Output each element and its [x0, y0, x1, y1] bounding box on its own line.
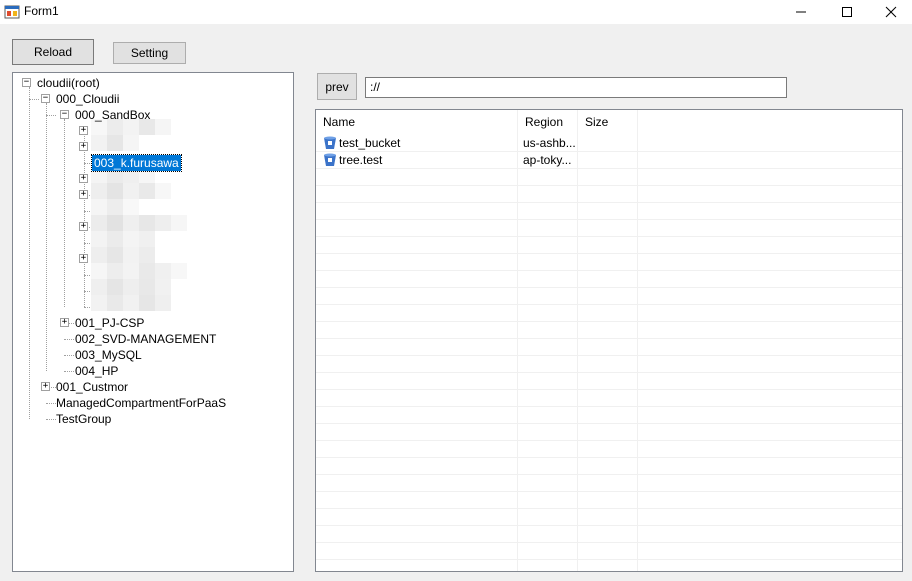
expand-icon[interactable]: + [79, 254, 88, 263]
minimize-icon [796, 11, 806, 13]
tree-node-000-sandbox[interactable]: 000_SandBox [75, 107, 150, 123]
reload-button[interactable]: Reload [12, 39, 94, 65]
column-header-region[interactable]: Region [518, 110, 578, 135]
expand-icon[interactable]: + [79, 126, 88, 135]
list-row-empty [316, 339, 902, 356]
prev-button[interactable]: prev [317, 73, 357, 100]
window-title: Form1 [24, 4, 59, 18]
tree-line [64, 119, 65, 307]
list-row-empty [316, 305, 902, 322]
list-row-empty [316, 356, 902, 373]
tree-line [84, 127, 85, 307]
column-header-name[interactable]: Name [316, 110, 518, 135]
maximize-icon [842, 7, 852, 17]
list-row-empty [316, 441, 902, 458]
list-row-empty [316, 543, 902, 560]
list-row-empty [316, 288, 902, 305]
tree-node-003-mysql[interactable]: 003_MySQL [75, 347, 142, 363]
cell-size [583, 152, 635, 169]
cell-size [583, 135, 635, 152]
list-row-empty [316, 373, 902, 390]
tree-line [29, 99, 39, 100]
list-row-empty [316, 169, 902, 186]
title-bar: Form1 [0, 0, 912, 24]
expand-icon[interactable]: + [79, 174, 88, 183]
list-row-empty [316, 254, 902, 271]
list-row-empty [316, 322, 902, 339]
list-row-empty [316, 390, 902, 407]
list-row-empty [316, 220, 902, 237]
maximize-button[interactable] [824, 0, 870, 24]
tree-node-001-pj-csp[interactable]: 001_PJ-CSP [75, 315, 144, 331]
object-list[interactable]: Name Region Size test_bucket us-ashb... tr… [315, 109, 903, 572]
cell-region: us-ashb... [523, 136, 575, 150]
setting-button[interactable]: Setting [113, 42, 186, 64]
column-header-size[interactable]: Size [578, 110, 638, 135]
tree-line [64, 371, 74, 372]
expand-icon[interactable]: + [79, 142, 88, 151]
list-row-empty [316, 203, 902, 220]
tree-line [46, 103, 47, 371]
form-app-icon [4, 5, 20, 19]
tree-line [46, 419, 56, 420]
cell-name: tree.test [339, 153, 383, 167]
collapse-icon[interactable]: − [41, 94, 50, 103]
list-row[interactable]: test_bucket us-ashb... [316, 135, 902, 152]
tree-line [29, 87, 30, 419]
list-row[interactable]: tree.test ap-toky... [316, 152, 902, 169]
expand-icon[interactable]: + [79, 222, 88, 231]
compartment-tree[interactable]: − − − + + + + + + + + cloudii(root) 000_… [12, 72, 294, 572]
tree-node-001-custmor[interactable]: 001_Custmor [56, 379, 128, 395]
tree-node-root[interactable]: cloudii(root) [37, 75, 100, 91]
list-row-empty [316, 475, 902, 492]
list-row-empty [316, 407, 902, 424]
expand-icon[interactable]: + [79, 190, 88, 199]
tree-line [46, 403, 56, 404]
minimize-button[interactable] [778, 0, 824, 24]
close-icon [885, 6, 897, 18]
expand-icon[interactable]: + [60, 318, 69, 327]
tree-node-testgroup[interactable]: TestGroup [56, 411, 111, 427]
tree-node-managed-compartment[interactable]: ManagedCompartmentForPaaS [56, 395, 226, 411]
tree-node-002-svd-management[interactable]: 002_SVD-MANAGEMENT [75, 331, 216, 347]
cell-name: test_bucket [339, 136, 401, 150]
list-row-empty [316, 560, 902, 571]
bucket-icon [324, 153, 336, 166]
tree-node-selected[interactable]: 003_k.furusawa [91, 154, 182, 172]
list-row-empty [316, 237, 902, 254]
list-row-empty [316, 186, 902, 203]
bucket-icon [324, 136, 336, 149]
list-row-empty [316, 458, 902, 475]
tree-node-000-cloudii[interactable]: 000_Cloudii [56, 91, 119, 107]
tree-line [64, 355, 74, 356]
expand-icon[interactable]: + [41, 382, 50, 391]
list-row-empty [316, 526, 902, 543]
tree-line [46, 115, 56, 116]
list-row-empty [316, 271, 902, 288]
collapse-icon[interactable]: − [22, 78, 31, 87]
collapse-icon[interactable]: − [60, 110, 69, 119]
close-button[interactable] [868, 0, 912, 24]
list-row-empty [316, 424, 902, 441]
redacted-nodes-image [91, 119, 187, 311]
cell-region: ap-toky... [523, 153, 572, 167]
list-row-empty [316, 509, 902, 526]
tree-node-004-hp[interactable]: 004_HP [75, 363, 118, 379]
path-input[interactable]: :// [365, 77, 787, 98]
list-row-empty [316, 492, 902, 509]
tree-line [64, 339, 74, 340]
